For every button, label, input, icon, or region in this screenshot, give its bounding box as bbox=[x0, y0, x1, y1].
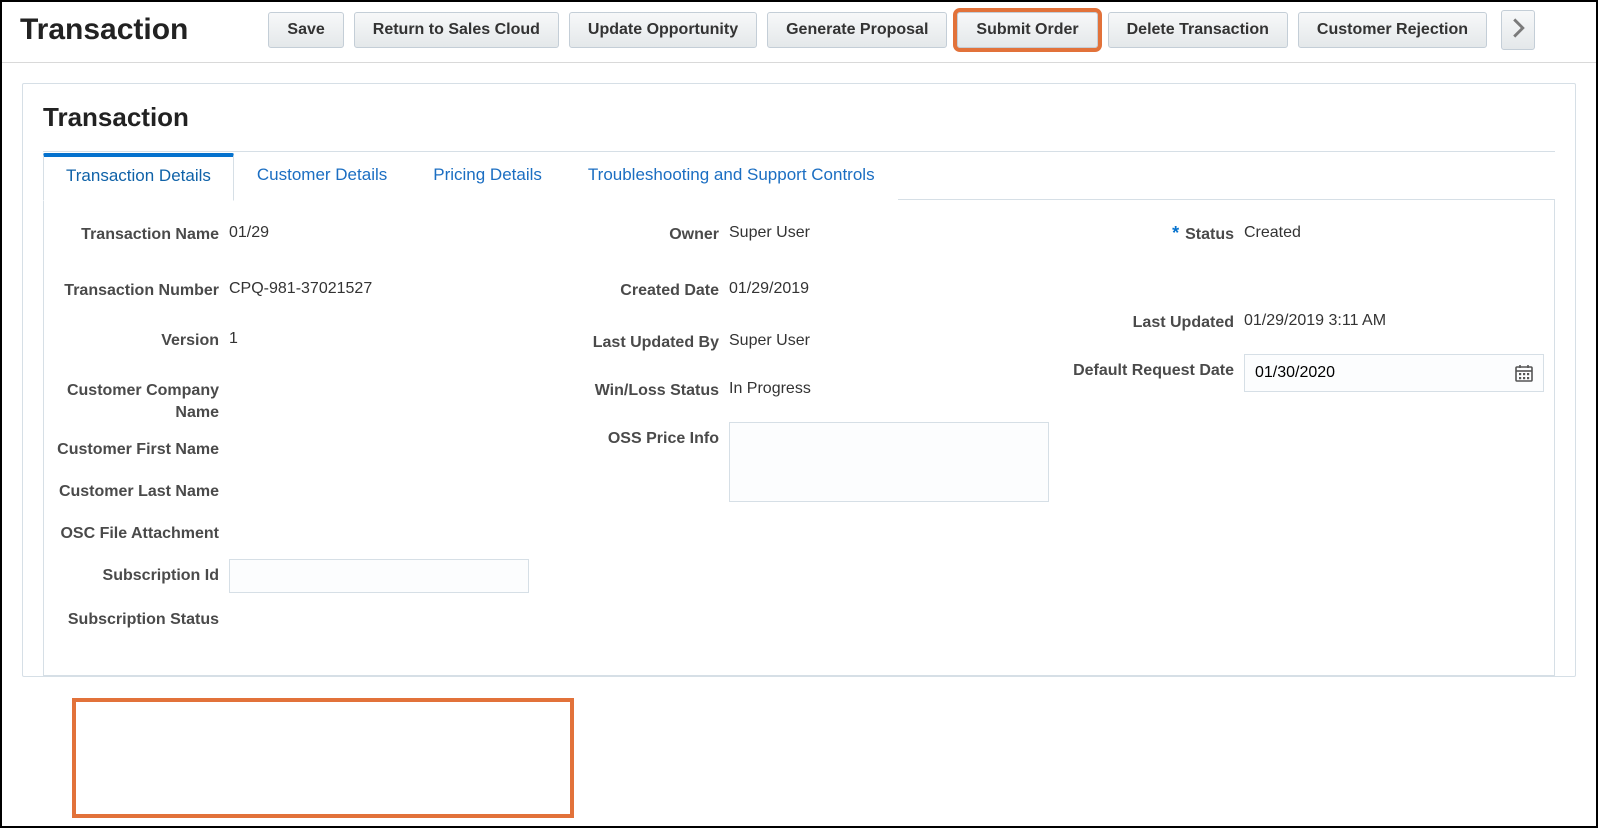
oss-price-info-label: OSS Price Info bbox=[534, 422, 729, 450]
toolbar: Save Return to Sales Cloud Update Opport… bbox=[268, 10, 1578, 50]
subscription-id-label: Subscription Id bbox=[54, 559, 229, 587]
owner-value: Super User bbox=[729, 218, 810, 242]
customer-first-name-label: Customer First Name bbox=[54, 433, 229, 461]
save-button[interactable]: Save bbox=[268, 12, 343, 48]
submit-order-button[interactable]: Submit Order bbox=[957, 12, 1097, 48]
panel-title: Transaction bbox=[43, 102, 1555, 133]
win-loss-status-value: In Progress bbox=[729, 374, 811, 398]
last-updated-by-value: Super User bbox=[729, 326, 810, 350]
calendar-icon[interactable] bbox=[1505, 363, 1543, 383]
chevron-right-icon bbox=[1512, 18, 1525, 42]
status-label: Status bbox=[1185, 224, 1234, 246]
oss-price-info-input[interactable] bbox=[729, 422, 1049, 502]
win-loss-status-label: Win/Loss Status bbox=[534, 374, 729, 402]
last-updated-by-label: Last Updated By bbox=[534, 326, 729, 354]
update-opportunity-button[interactable]: Update Opportunity bbox=[569, 12, 757, 48]
version-label: Version bbox=[54, 324, 229, 352]
form-column-1: Transaction Name 01/29 Transaction Numbe… bbox=[54, 218, 534, 645]
required-asterisk-icon: * bbox=[1172, 224, 1179, 242]
return-to-sales-cloud-button[interactable]: Return to Sales Cloud bbox=[354, 12, 559, 48]
status-value: Created bbox=[1244, 218, 1301, 242]
tab-troubleshooting[interactable]: Troubleshooting and Support Controls bbox=[565, 152, 898, 200]
transaction-name-value: 01/29 bbox=[229, 218, 269, 242]
default-request-date-input[interactable] bbox=[1245, 360, 1505, 386]
default-request-date-field[interactable] bbox=[1244, 354, 1544, 392]
customer-last-name-label: Customer Last Name bbox=[54, 475, 229, 503]
tab-pricing-details[interactable]: Pricing Details bbox=[410, 152, 565, 200]
subscription-id-input[interactable] bbox=[229, 559, 529, 593]
form-column-3: * Status Created Last Updated 01/29/2019… bbox=[1049, 218, 1544, 645]
customer-company-name-label: Customer Company Name bbox=[54, 374, 229, 423]
transaction-panel: Transaction Transaction Details Customer… bbox=[22, 83, 1576, 677]
transaction-name-label: Transaction Name bbox=[54, 218, 229, 246]
owner-label: Owner bbox=[534, 218, 729, 246]
toolbar-overflow-button[interactable] bbox=[1501, 10, 1535, 50]
transaction-number-label: Transaction Number bbox=[54, 274, 229, 302]
subscription-status-label: Subscription Status bbox=[54, 603, 229, 631]
customer-rejection-button[interactable]: Customer Rejection bbox=[1298, 12, 1487, 48]
generate-proposal-button[interactable]: Generate Proposal bbox=[767, 12, 947, 48]
tab-bar: Transaction Details Customer Details Pri… bbox=[43, 152, 1555, 200]
version-value: 1 bbox=[229, 324, 238, 348]
tab-transaction-details[interactable]: Transaction Details bbox=[43, 153, 234, 201]
page-title: Transaction bbox=[20, 13, 188, 47]
form-column-2: Owner Super User Created Date 01/29/2019… bbox=[534, 218, 1049, 645]
created-date-label: Created Date bbox=[534, 274, 729, 302]
subscription-highlight-box bbox=[72, 698, 574, 818]
last-updated-label: Last Updated bbox=[1049, 306, 1244, 334]
last-updated-value: 01/29/2019 3:11 AM bbox=[1244, 306, 1386, 330]
tab-customer-details[interactable]: Customer Details bbox=[234, 152, 410, 200]
created-date-value: 01/29/2019 bbox=[729, 274, 809, 298]
transaction-number-value: CPQ-981-37021527 bbox=[229, 274, 372, 298]
default-request-date-label: Default Request Date bbox=[1049, 354, 1244, 382]
osc-file-attachment-label: OSC File Attachment bbox=[54, 517, 229, 545]
delete-transaction-button[interactable]: Delete Transaction bbox=[1108, 12, 1288, 48]
status-label-wrap: * Status bbox=[1049, 218, 1244, 246]
